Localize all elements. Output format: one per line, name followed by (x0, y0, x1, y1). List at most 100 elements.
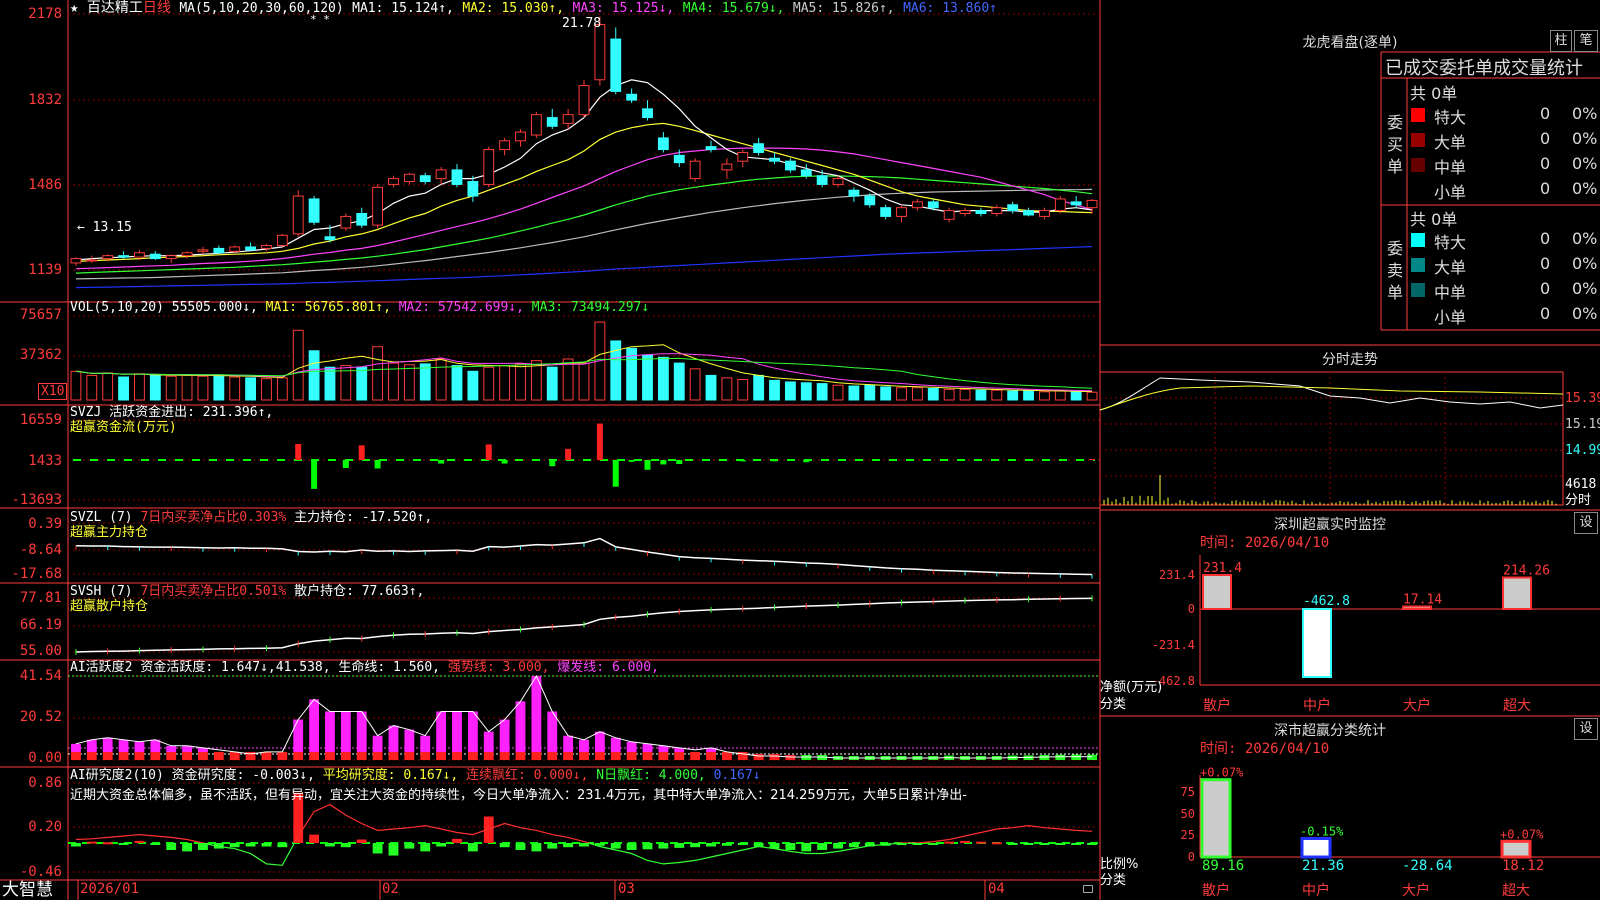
volume-bar (373, 347, 383, 400)
research-bar (103, 842, 113, 844)
ai-active-base (1071, 755, 1081, 760)
volume-bar (436, 359, 446, 400)
svzj-bar (1089, 459, 1095, 460)
intraday-axis-tick: 14.99 (1565, 443, 1600, 458)
ma5-value: MA5: 15.826↑, (793, 1, 895, 16)
volume-bar (849, 386, 859, 400)
candle-body (643, 109, 653, 118)
volume-bar (293, 330, 303, 400)
sell-size-name: 中单 (1434, 279, 1466, 303)
volume-bar (531, 361, 541, 400)
ma2-value: MA2: 15.030↑, (462, 1, 564, 16)
sell-size-pct: 0% (1572, 254, 1597, 273)
sz-bar (1203, 575, 1231, 609)
vol-ma1: MA1: 56765.801↑, (266, 300, 391, 315)
research-bar (928, 843, 938, 845)
price-axis-tick: 1832 (0, 92, 62, 108)
ai-active-base (452, 752, 462, 760)
ai-active-bar (373, 736, 383, 752)
class-bar (1302, 838, 1330, 857)
candle-body (928, 202, 938, 208)
research-bar (373, 843, 383, 853)
candle-body (119, 256, 129, 257)
ai-active-bar (103, 738, 113, 752)
ai-active-base (611, 752, 621, 760)
sz-settings-button[interactable]: 设 (1574, 512, 1598, 534)
ai1-axis-tick: 0.00 (0, 750, 62, 766)
research-bar (357, 840, 367, 843)
ai-active-base (563, 752, 573, 760)
intraday-title: 分时走势 (1100, 349, 1600, 369)
class-cat-label: 分类 (1100, 873, 1126, 888)
svzj-label: SVZJ (70, 405, 101, 420)
ai-research-label: AI研究度2(10) (70, 768, 164, 783)
ai-active-base (293, 752, 303, 760)
research-bar (246, 843, 256, 846)
sz-unit: 净额(万元) (1100, 680, 1162, 695)
volume-bar (817, 384, 827, 400)
period-label[interactable]: 日线 (143, 0, 171, 16)
candle-body (309, 199, 319, 222)
volume-bar (262, 379, 272, 400)
kline-chart-area[interactable]: 231.40-231.4-462.8231.4散户-462.8中户17.14大户… (0, 0, 1600, 900)
candle-body (468, 182, 478, 197)
svzj-subtitle: 超赢资金流(万元) (70, 420, 177, 435)
ma3-value: MA3: 15.125↓, (573, 1, 675, 16)
ai-active-bar (119, 740, 129, 752)
ai-active-bar (71, 744, 81, 752)
ai-lifeline: 生命线: 1.560, (338, 660, 440, 675)
lock-icon[interactable] (1083, 885, 1093, 893)
research-bar (341, 843, 351, 847)
vol-axis-tick: 75657 (0, 307, 62, 323)
svzl-axis-tick: -8.64 (0, 542, 62, 558)
research-bar (420, 843, 430, 851)
research-bar (71, 843, 81, 846)
ai-active-bar (627, 742, 637, 752)
ai-active-base (531, 752, 541, 760)
orderbook-tabs[interactable]: 已成交委托单成交量统计 (1385, 54, 1600, 80)
candle-body (373, 187, 383, 225)
sell-size-pct: 0% (1572, 304, 1597, 323)
ma1-value: MA1: 15.124↑, (352, 1, 454, 16)
ma6-value: MA6: 13.860↑ (903, 1, 997, 16)
research-bar (1008, 843, 1018, 845)
low-price-marker: ← 13.15 (77, 220, 132, 235)
volume-bar (230, 377, 240, 400)
volume-bar (246, 378, 256, 400)
candle-body (277, 235, 287, 245)
svsh-label: SVSH (7) (70, 584, 133, 599)
volume-bar (198, 376, 208, 400)
favorite-star-icon[interactable]: ★ (70, 0, 78, 16)
ai-active-base (706, 752, 716, 760)
class-settings-button[interactable]: 设 (1574, 718, 1598, 740)
ai-active-base (357, 752, 367, 760)
research-bar (706, 843, 716, 846)
volume-bar (881, 387, 891, 400)
sell-size-name: 小单 (1434, 304, 1466, 328)
column-view-button[interactable]: 柱 (1550, 30, 1572, 52)
research-bar (436, 843, 446, 846)
research-bar (452, 839, 462, 843)
class-bar-change: +0.07% (1500, 827, 1544, 841)
research-bar (690, 843, 700, 847)
volume-bar (135, 374, 145, 400)
volume-bar (516, 364, 526, 400)
svsh-value: 散户持仓: 77.663↑, (294, 584, 424, 599)
price-axis-tick: 1139 (0, 262, 62, 278)
svzl-subtitle: 超赢主力持仓 (70, 525, 148, 540)
svzj-bar (803, 460, 809, 462)
volume-bar (658, 357, 668, 400)
volume-bar (1071, 392, 1081, 400)
candle-body (389, 179, 399, 185)
svzl-label: SVZL (7) (70, 510, 133, 525)
research-bar (500, 843, 510, 847)
volume-bar (960, 389, 970, 400)
volume-bar (214, 375, 224, 400)
research-bar (801, 843, 811, 851)
ai-active-base (71, 752, 81, 760)
svsh-subtitle: 超赢散户持仓 (70, 599, 148, 614)
tick-view-button[interactable]: 笔 (1574, 30, 1598, 52)
class-bar-value: 18.12 (1502, 858, 1544, 874)
sell-size-count: 0 (1540, 304, 1550, 323)
sz-bar (1503, 578, 1531, 609)
